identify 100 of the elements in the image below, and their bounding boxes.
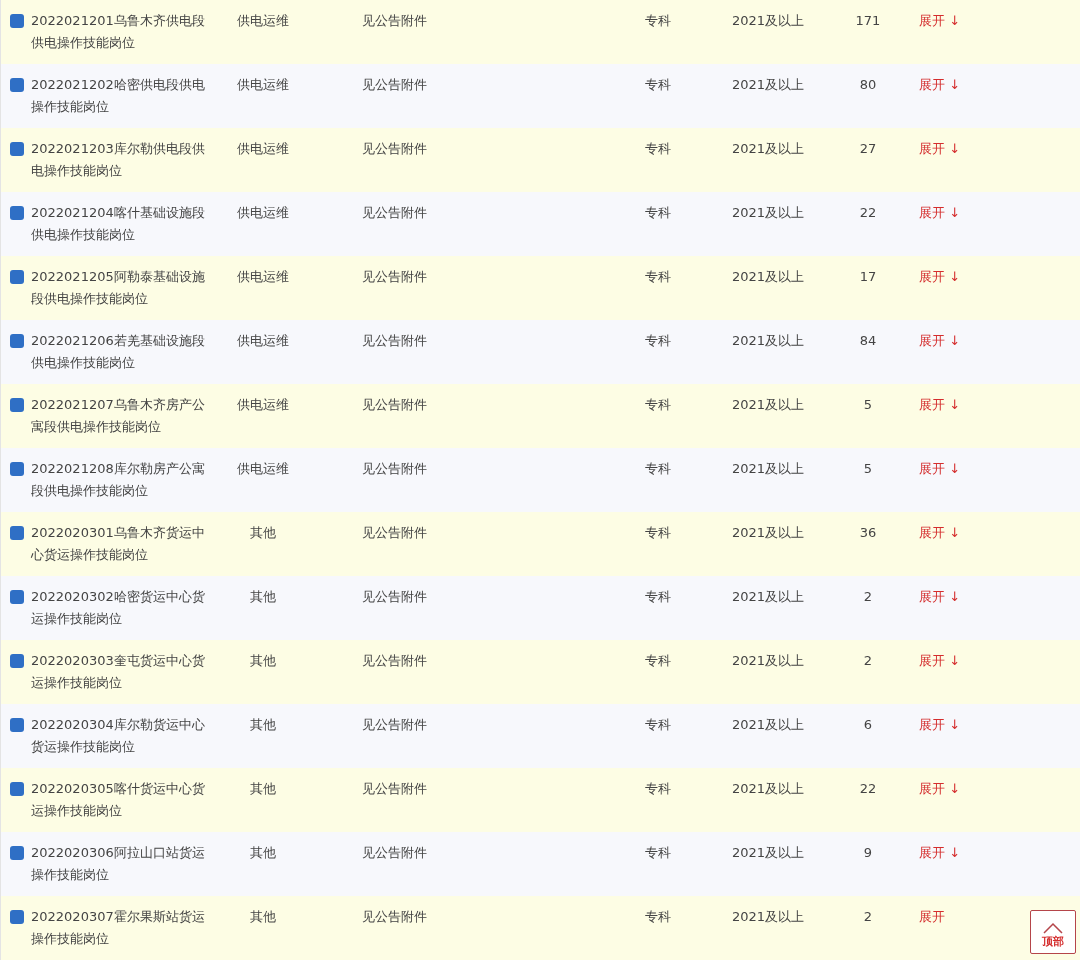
table-cell-text: 见公告附件	[361, 12, 428, 30]
table-cell-text: 2021及以上	[730, 460, 806, 478]
expand-link[interactable]: 展开 ↓	[903, 333, 961, 348]
position-name: 2022020307霍尔果斯站货运操作技能岗位	[31, 908, 206, 948]
table-cell-text: 见公告附件	[361, 844, 428, 862]
back-to-top-button[interactable]: 顶部	[1030, 910, 1076, 954]
table-cell-text: 2021及以上	[730, 716, 806, 734]
expand-link[interactable]: 展开 ↓	[903, 653, 961, 668]
square-marker-icon	[10, 718, 24, 732]
table-cell-text: 专科	[644, 460, 672, 478]
table-cell-text: 专科	[644, 396, 672, 414]
expand-link[interactable]: 展开 ↓	[903, 525, 961, 540]
square-marker-icon	[10, 590, 24, 604]
table-cell-text: 专科	[644, 268, 672, 286]
table-cell-text: 2021及以上	[730, 524, 806, 542]
expand-link[interactable]: 展开 ↓	[903, 781, 961, 796]
position-name: 2022020305喀什货运中心货运操作技能岗位	[31, 780, 206, 820]
table-cell-text: 2	[862, 908, 874, 926]
table-cell-text: 专科	[644, 332, 672, 350]
table-cell-text: 其他	[249, 908, 277, 926]
table-cell-text: 80	[858, 76, 878, 94]
square-marker-icon	[10, 782, 24, 796]
position-name: 2022021204喀什基础设施段供电操作技能岗位	[31, 204, 206, 244]
table-cell-text: 专科	[644, 652, 672, 670]
expand-link[interactable]: 展开 ↓	[903, 397, 961, 412]
position-name: 2022020301乌鲁木齐货运中心货运操作技能岗位	[31, 524, 206, 564]
square-marker-icon	[10, 462, 24, 476]
table-cell-text: 2021及以上	[730, 588, 806, 606]
table-cell-text: 供电运维	[236, 332, 290, 350]
position-name: 2022021203库尔勒供电段供电操作技能岗位	[31, 140, 206, 180]
square-marker-icon	[10, 398, 24, 412]
expand-link[interactable]: 展开 ↓	[903, 205, 961, 220]
table-cell-text: 其他	[249, 844, 277, 862]
position-name: 2022021202哈密供电段供电操作技能岗位	[31, 76, 206, 116]
table-cell-text: 专科	[644, 780, 672, 798]
table-cell-text: 2	[862, 652, 874, 670]
table-cell-text: 专科	[644, 716, 672, 734]
table-cell-text: 专科	[644, 204, 672, 222]
table-cell-text: 5	[862, 460, 874, 478]
table-cell-text: 见公告附件	[361, 716, 428, 734]
position-name: 2022021208库尔勒房产公寓段供电操作技能岗位	[31, 460, 206, 500]
position-name: 2022020306阿拉山口站货运操作技能岗位	[31, 844, 206, 884]
table-cell-text: 见公告附件	[361, 780, 428, 798]
table-cell-text: 见公告附件	[361, 76, 428, 94]
table-cell-text: 2021及以上	[730, 140, 806, 158]
table-cell-text: 其他	[249, 588, 277, 606]
table-cell-text: 9	[862, 844, 874, 862]
square-marker-icon	[10, 654, 24, 668]
table-cell-text: 专科	[644, 76, 672, 94]
expand-link[interactable]: 展开 ↓	[903, 845, 961, 860]
table-cell-text: 22	[858, 780, 878, 798]
table-cell-text: 见公告附件	[361, 204, 428, 222]
table-cell-text: 供电运维	[236, 140, 290, 158]
expand-link[interactable]: 展开 ↓	[903, 269, 961, 284]
expand-link[interactable]: 展开	[903, 909, 945, 924]
table-cell-text: 供电运维	[236, 396, 290, 414]
expand-link[interactable]: 展开 ↓	[903, 461, 961, 476]
position-name: 2022021201乌鲁木齐供电段供电操作技能岗位	[31, 12, 206, 52]
square-marker-icon	[10, 14, 24, 28]
table-cell-text: 专科	[644, 908, 672, 926]
table-cell-text: 17	[858, 268, 878, 286]
table-cell-text: 见公告附件	[361, 908, 428, 926]
table-cell-text: 2021及以上	[730, 12, 806, 30]
table-cell-text: 2021及以上	[730, 780, 806, 798]
chevron-up-icon	[1042, 922, 1064, 934]
position-name: 2022021206若羌基础设施段供电操作技能岗位	[31, 332, 206, 372]
expand-link[interactable]: 展开 ↓	[903, 13, 961, 28]
expand-link[interactable]: 展开 ↓	[903, 589, 961, 604]
table-cell-text: 专科	[644, 844, 672, 862]
table-cell-text: 其他	[249, 716, 277, 734]
table-cell-text: 供电运维	[236, 268, 290, 286]
square-marker-icon	[10, 334, 24, 348]
table-cell-text: 2021及以上	[730, 204, 806, 222]
position-name: 2022020304库尔勒货运中心货运操作技能岗位	[31, 716, 206, 756]
table-cell-text: 见公告附件	[361, 396, 428, 414]
table-cell-text: 专科	[644, 588, 672, 606]
square-marker-icon	[10, 846, 24, 860]
table-cell-text: 2021及以上	[730, 652, 806, 670]
expand-link[interactable]: 展开 ↓	[903, 717, 961, 732]
table-cell-text: 2021及以上	[730, 76, 806, 94]
table-cell-text: 见公告附件	[361, 268, 428, 286]
table-cell-text: 见公告附件	[361, 588, 428, 606]
expand-link[interactable]: 展开 ↓	[903, 77, 961, 92]
table-cell-text: 其他	[249, 780, 277, 798]
table-cell-text: 36	[858, 524, 878, 542]
table-cell-text: 171	[854, 12, 882, 30]
table-cell-text: 专科	[644, 140, 672, 158]
expand-link[interactable]: 展开 ↓	[903, 141, 961, 156]
position-name: 2022020303奎屯货运中心货运操作技能岗位	[31, 652, 206, 692]
position-name: 2022021207乌鲁木齐房产公寓段供电操作技能岗位	[31, 396, 206, 436]
table-cell-text: 2021及以上	[730, 844, 806, 862]
table-cell-text: 2021及以上	[730, 908, 806, 926]
table-cell-text: 见公告附件	[361, 332, 428, 350]
table-cell-text: 27	[858, 140, 878, 158]
table-cell-text: 见公告附件	[361, 524, 428, 542]
position-name: 2022020302哈密货运中心货运操作技能岗位	[31, 588, 206, 628]
table-cell-text: 供电运维	[236, 204, 290, 222]
square-marker-icon	[10, 206, 24, 220]
table-cell-text: 5	[862, 396, 874, 414]
table-cell-text: 2	[862, 588, 874, 606]
